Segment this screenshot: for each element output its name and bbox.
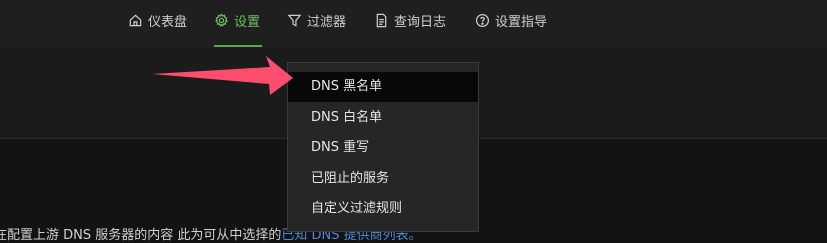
annotation-arrow-shape <box>152 56 293 95</box>
annotation-arrow <box>152 56 293 95</box>
